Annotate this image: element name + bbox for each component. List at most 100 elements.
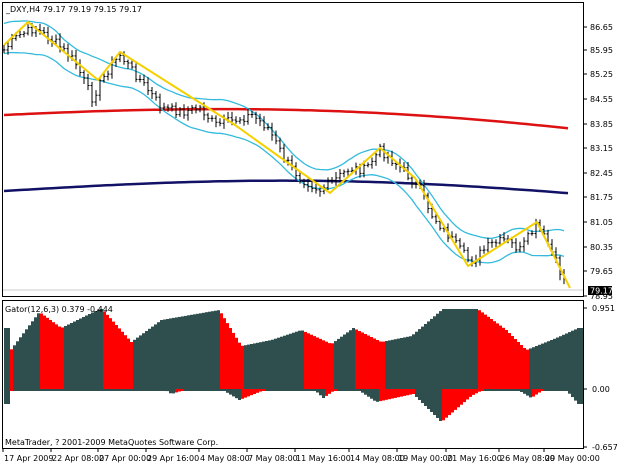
gator-bar-lower xyxy=(511,389,514,391)
copyright-watermark: MetaTrader, ? 2001-2009 MetaQuotes Softw… xyxy=(5,438,218,447)
gator-bar-lower xyxy=(529,389,532,398)
gator-bar-lower xyxy=(79,389,82,391)
gator-bar-lower xyxy=(154,389,157,391)
gator-bar-upper xyxy=(52,322,55,389)
gator-bar-upper xyxy=(265,341,268,389)
gator-bar-lower xyxy=(250,389,253,396)
gator-bar-upper xyxy=(259,342,262,389)
gator-bar-lower xyxy=(286,389,289,391)
gator-bar-upper xyxy=(61,327,64,389)
gator-bar-lower xyxy=(106,389,109,391)
gator-bar-lower xyxy=(88,389,91,391)
gator-bar-lower xyxy=(496,389,499,391)
gator-bar-upper xyxy=(463,309,466,389)
gator-bar-lower xyxy=(364,389,367,395)
gator-bar-lower xyxy=(253,389,256,394)
gator-bar-upper xyxy=(70,323,73,389)
gator-bar-upper xyxy=(103,311,106,389)
gator-bar-lower xyxy=(472,389,475,395)
gator-bar-lower xyxy=(538,389,541,393)
gator-bar-upper xyxy=(148,328,151,389)
gator-bar-lower xyxy=(160,389,163,391)
time-label: 17 Apr 2009 xyxy=(4,454,53,463)
gator-bar-upper xyxy=(184,315,187,389)
gator-bar-upper xyxy=(307,333,310,389)
gator-bar-upper xyxy=(559,336,562,389)
gator-bar-lower xyxy=(178,389,181,392)
gator-bar-upper xyxy=(196,313,199,389)
gator-bar-upper xyxy=(376,340,379,389)
gator-bar-upper xyxy=(169,318,172,389)
gator-bar-lower xyxy=(274,389,277,391)
gator-bar-upper xyxy=(544,342,547,389)
chart-window[interactable]: _DXY,H4 79.17 79.19 79.15 79.17 Gator(12… xyxy=(0,0,620,465)
gator-bar-upper xyxy=(22,333,25,389)
gator-bar-lower xyxy=(136,389,139,391)
gator-bar-upper xyxy=(85,315,88,389)
gator-bar-upper xyxy=(235,337,238,389)
gator-bar-lower xyxy=(349,389,352,391)
gator-bar-lower xyxy=(31,389,34,391)
gator-bar-upper xyxy=(58,326,61,389)
gator-level-label: 0.00 xyxy=(592,385,610,394)
gator-bar-upper xyxy=(67,324,70,389)
gator-bar-upper xyxy=(442,309,445,389)
gator-bar-lower xyxy=(325,389,328,396)
gator-bar-lower xyxy=(433,389,436,415)
gator-bar-upper xyxy=(403,337,406,389)
gator-bar-upper xyxy=(433,316,436,389)
gator-bar-upper xyxy=(499,325,502,389)
gator-bar-lower xyxy=(34,389,37,391)
time-label: 14 May 08:00 xyxy=(350,454,405,463)
gator-bar-upper xyxy=(154,324,157,389)
gator-bar-upper xyxy=(475,309,478,389)
gator-bar-upper xyxy=(298,330,301,389)
gator-bar-upper xyxy=(136,337,139,389)
gator-bar-lower xyxy=(460,389,463,405)
main-panel-frame[interactable] xyxy=(2,2,584,297)
gator-bar-upper xyxy=(226,323,229,389)
price-level-label: 85.25 xyxy=(590,70,613,79)
gator-bar-lower xyxy=(409,389,412,395)
gator-bar-lower xyxy=(298,389,301,391)
gator-bar-lower xyxy=(271,389,274,391)
gator-bar-upper xyxy=(406,336,409,389)
gator-bar-lower xyxy=(577,389,580,404)
gator-bar-lower xyxy=(430,389,433,412)
gator-bar-lower xyxy=(382,389,385,401)
gator-bar-lower xyxy=(505,389,508,391)
gator-bar-lower xyxy=(61,389,64,391)
gator-bar-upper xyxy=(28,325,31,389)
time-label: 22 Apr 08:00 xyxy=(52,454,104,463)
gator-bar-upper xyxy=(190,314,193,389)
gator-bar-lower xyxy=(190,389,193,391)
gator-bar-upper xyxy=(262,341,265,389)
gator-bar-upper xyxy=(484,314,487,389)
gator-bar-upper xyxy=(97,309,100,389)
gator-bar-lower xyxy=(262,389,265,391)
price-level-label: 83.15 xyxy=(590,144,613,153)
gator-bar-lower xyxy=(238,389,241,400)
gator-bar-lower xyxy=(133,389,136,391)
gator-bar-upper xyxy=(466,309,469,389)
gator-bar-upper xyxy=(76,320,79,389)
gator-bar-upper xyxy=(238,342,241,389)
gator-bar-lower xyxy=(268,389,271,391)
gator-bar-upper xyxy=(472,309,475,389)
gator-bar-lower xyxy=(322,389,325,398)
gator-bar-lower xyxy=(508,389,511,391)
gator-bar-upper xyxy=(7,328,10,389)
gator-bar-upper xyxy=(385,341,388,389)
gator-bar-lower xyxy=(223,389,226,391)
gator-bar-upper xyxy=(295,331,298,389)
gator-bar-lower xyxy=(352,389,355,391)
gator-bar-lower xyxy=(73,389,76,391)
gator-bar-lower xyxy=(196,389,199,391)
gator-bar-upper xyxy=(421,326,424,389)
gator-bar-lower xyxy=(493,389,496,391)
time-label: 4 May 08:00 xyxy=(200,454,250,463)
price-level-label: 85.95 xyxy=(590,46,613,55)
gator-bar-lower xyxy=(76,389,79,391)
gator-bar-lower xyxy=(475,389,478,394)
gator-bar-upper xyxy=(382,341,385,389)
